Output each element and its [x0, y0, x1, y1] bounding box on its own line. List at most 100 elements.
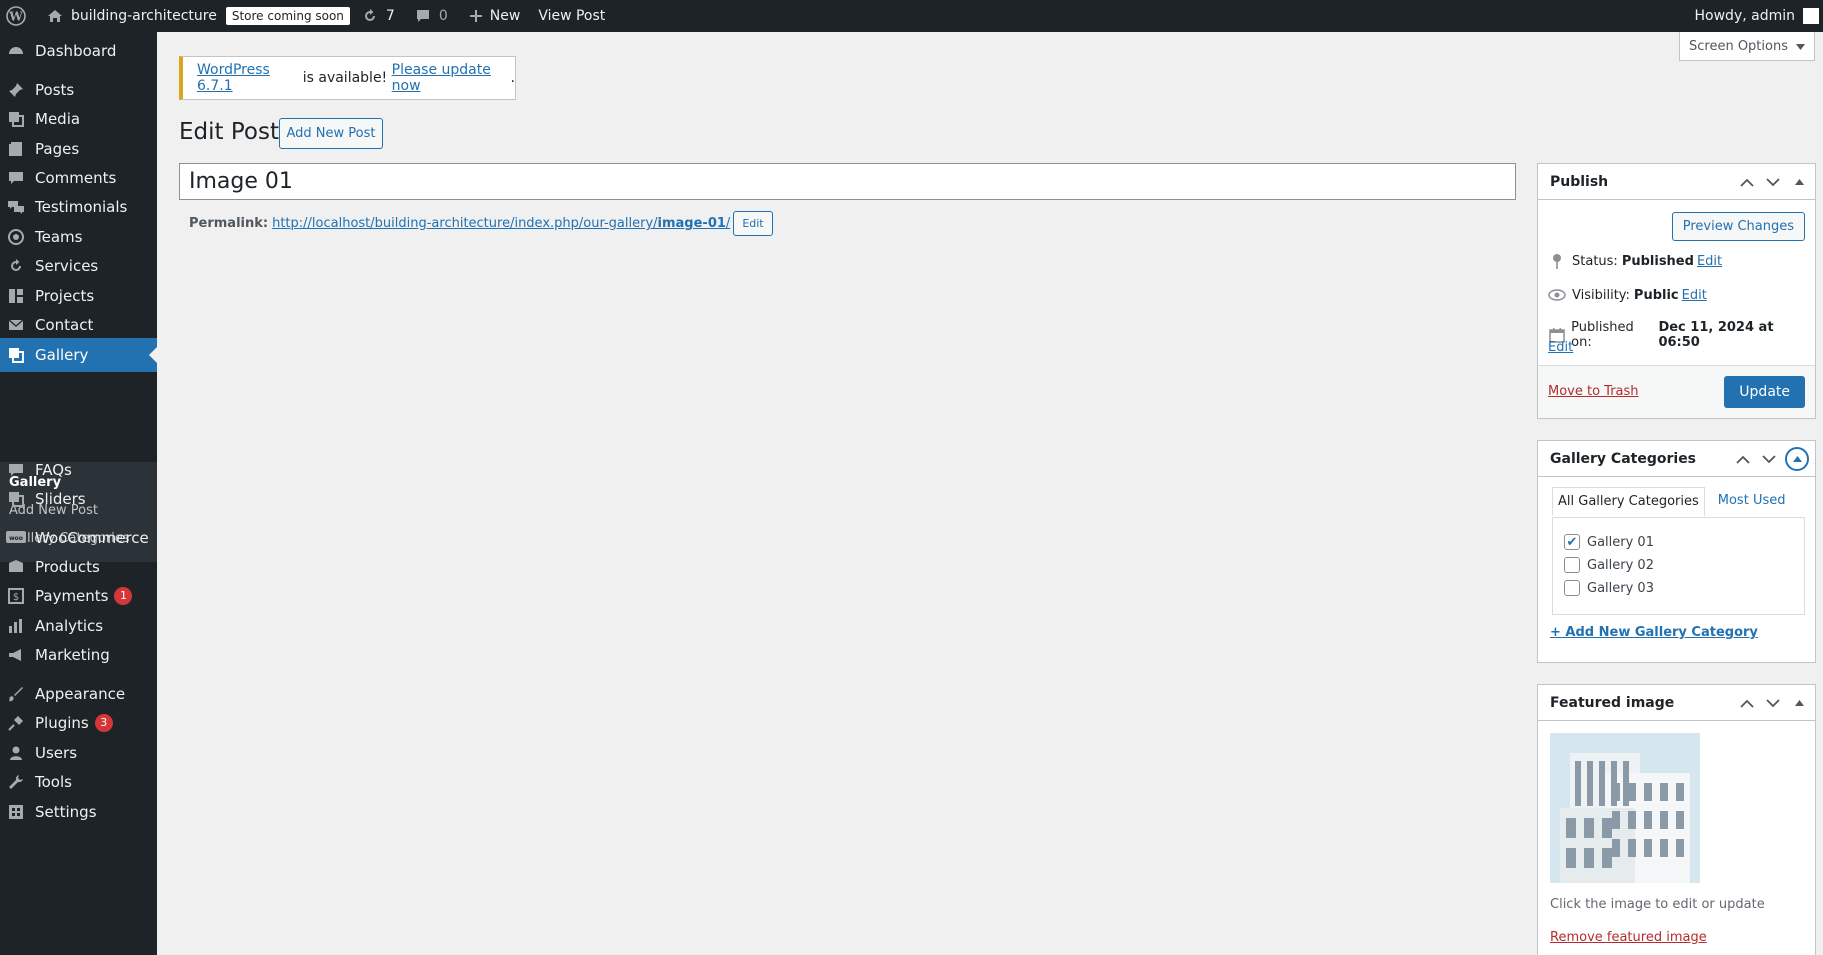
woocommerce-icon: woo: [6, 528, 26, 548]
add-new-post-button[interactable]: Add New Post: [279, 118, 383, 149]
permalink-edit-button[interactable]: Edit: [733, 211, 773, 236]
media-icon: [6, 109, 26, 129]
sidebar-item-label: Gallery: [35, 346, 89, 364]
status-edit-link[interactable]: Edit: [1697, 254, 1722, 269]
update-notice: WordPress 6.7.1 is available! Please upd…: [179, 56, 516, 100]
view-post-label: View Post: [538, 8, 606, 24]
count-badge: 1: [114, 587, 133, 605]
view-post-link[interactable]: View Post: [529, 0, 614, 32]
count-badge: 3: [94, 714, 113, 732]
pin-icon: [1548, 252, 1566, 270]
comments-link[interactable]: 0: [404, 0, 457, 32]
move-up-icon[interactable]: [1733, 449, 1753, 469]
comment-bubble-icon: [413, 6, 433, 26]
user-account-menu[interactable]: Howdy, admin: [1695, 0, 1823, 32]
faq-icon: [6, 460, 26, 480]
site-name-link[interactable]: building-architecture: [35, 0, 226, 32]
featured-image-thumbnail[interactable]: [1550, 733, 1700, 883]
permalink-label: Permalink:: [189, 216, 269, 231]
category-item-gallery-02[interactable]: Gallery 02: [1564, 557, 1654, 573]
sidebar-item-testimonials[interactable]: Testimonials: [0, 190, 157, 224]
dashboard-icon: [6, 41, 26, 61]
toggle-panel-icon[interactable]: [1789, 172, 1809, 192]
sidebar-item-tools[interactable]: Tools: [0, 765, 157, 799]
sidebar-item-label: Pages: [35, 140, 80, 158]
wordpress-version-link[interactable]: WordPress 6.7.1: [197, 62, 298, 94]
sidebar-item-label: Settings: [35, 803, 97, 821]
move-down-icon[interactable]: [1763, 693, 1783, 713]
publish-box: Publish Preview Changes Status: Publishe…: [1537, 163, 1816, 419]
svg-text:W: W: [8, 10, 23, 24]
screen-options-label: Screen Options: [1689, 38, 1788, 54]
remove-featured-image-link[interactable]: Remove featured image: [1550, 930, 1707, 945]
post-title-input[interactable]: Image 01: [179, 163, 1516, 200]
move-to-trash-link[interactable]: Move to Trash: [1548, 384, 1639, 399]
products-icon: [6, 557, 26, 577]
checkbox-checked[interactable]: ✔: [1564, 534, 1580, 550]
move-down-icon[interactable]: [1759, 449, 1779, 469]
sidebar-item-dashboard[interactable]: Dashboard: [0, 34, 157, 68]
toggle-panel-icon[interactable]: [1785, 447, 1809, 471]
checkbox[interactable]: [1564, 580, 1580, 596]
howdy-text: Howdy, admin: [1694, 8, 1795, 24]
visibility-label: Visibility:: [1572, 287, 1630, 303]
category-tabs: All Gallery Categories Most Used: [1552, 487, 1790, 516]
sidebar-item-settings[interactable]: Settings: [0, 795, 157, 829]
sidebar-item-payments[interactable]: $ Payments 1: [0, 579, 157, 613]
sidebar-item-label: FAQs: [35, 461, 72, 479]
category-label: Gallery 02: [1587, 557, 1654, 573]
sidebar-item-label: Sliders: [35, 490, 86, 508]
eye-icon: [1548, 286, 1566, 304]
sliders-icon: [6, 489, 26, 509]
analytics-icon: [6, 616, 26, 636]
status-value: Published: [1621, 253, 1694, 269]
checkbox[interactable]: [1564, 557, 1580, 573]
category-item-gallery-01[interactable]: ✔ Gallery 01: [1564, 534, 1654, 550]
permalink-slug: image-01: [657, 216, 726, 231]
published-on-row: Published on: Dec 11, 2024 at 06:50: [1548, 320, 1815, 350]
sidebar-item-label: Services: [35, 257, 99, 275]
screen-options-button[interactable]: Screen Options: [1679, 32, 1815, 61]
sidebar-item-gallery[interactable]: Gallery: [0, 338, 157, 372]
sidebar-item-contact[interactable]: Contact: [0, 308, 157, 342]
plus-icon: [466, 6, 486, 26]
sidebar-item-label: Tools: [35, 773, 72, 791]
permalink-trail: /: [725, 216, 731, 231]
move-down-icon[interactable]: [1763, 172, 1783, 192]
sidebar-item-label: Payments: [35, 587, 109, 605]
move-up-icon[interactable]: [1737, 693, 1757, 713]
comments-count: 0: [438, 8, 448, 24]
sidebar-item-marketing[interactable]: Marketing: [0, 638, 157, 672]
new-content-link[interactable]: New: [457, 0, 530, 32]
store-coming-soon-badge[interactable]: Store coming soon: [225, 7, 350, 25]
preview-changes-button[interactable]: Preview Changes: [1671, 212, 1805, 241]
tab-all-gallery-categories[interactable]: All Gallery Categories: [1552, 487, 1705, 516]
payments-icon: $: [6, 586, 26, 606]
sidebar-item-services[interactable]: Services: [0, 249, 157, 283]
svg-text:woo: woo: [9, 535, 23, 542]
permalink-row: Permalink: http://localhost/building-arc…: [189, 211, 773, 236]
toggle-panel-icon[interactable]: [1789, 693, 1809, 713]
category-item-gallery-03[interactable]: Gallery 03: [1564, 580, 1654, 596]
update-now-link[interactable]: Please update now: [392, 62, 511, 94]
add-new-gallery-category-link[interactable]: + Add New Gallery Category: [1550, 625, 1758, 640]
sidebar-item-media[interactable]: Media: [0, 102, 157, 136]
sidebar-item-plugins[interactable]: Plugins 3: [0, 706, 157, 740]
permalink-link[interactable]: http://localhost/building-architecture/i…: [272, 216, 730, 231]
move-up-icon[interactable]: [1737, 172, 1757, 192]
tab-most-used[interactable]: Most Used: [1713, 487, 1791, 516]
published-on-edit-link[interactable]: Edit: [1548, 340, 1573, 355]
publish-box-title: Publish: [1550, 173, 1609, 190]
updates-link[interactable]: 7: [350, 0, 404, 32]
featured-image-header: Featured image: [1538, 685, 1815, 721]
sidebar-item-label: Comments: [35, 169, 117, 187]
users-icon: [6, 743, 26, 763]
update-button[interactable]: Update: [1724, 376, 1805, 408]
notice-period: .: [510, 70, 515, 86]
sidebar-item-sliders[interactable]: Sliders: [0, 482, 157, 516]
visibility-edit-link[interactable]: Edit: [1682, 288, 1707, 303]
publish-major-actions: Move to Trash Update: [1538, 365, 1815, 418]
sidebar-item-label: Analytics: [35, 617, 104, 635]
plugins-icon: [6, 713, 26, 733]
wordpress-logo-icon[interactable]: W: [0, 0, 35, 32]
